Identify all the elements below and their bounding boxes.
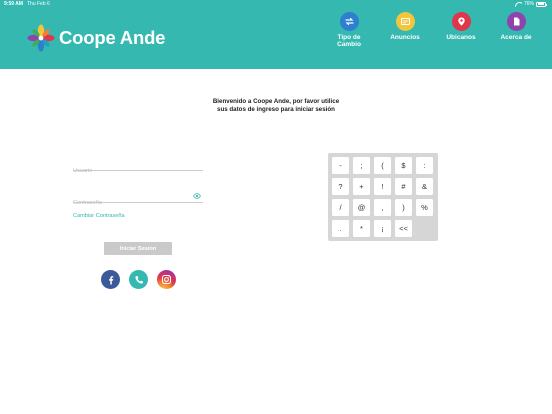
password-field — [73, 191, 203, 209]
password-input[interactable] — [73, 197, 203, 209]
phone-button[interactable] — [129, 270, 148, 289]
show-password-eye-icon[interactable] — [193, 193, 201, 199]
nav-anuncios[interactable]: Anuncios — [377, 12, 433, 41]
nav-ubicanos[interactable]: Ubicanos — [433, 12, 489, 41]
wifi-icon — [515, 2, 522, 7]
nav-tipo-de-cambio[interactable]: Tipo de Cambio — [321, 12, 377, 48]
status-date: Thu Feb 6 — [27, 1, 50, 7]
nav-acerca-de[interactable]: Acerca de — [488, 12, 544, 41]
location-pin-icon — [451, 12, 471, 31]
coope-ande-logo: Coope Ande — [26, 23, 165, 53]
keypad-key[interactable]: ) — [395, 199, 412, 216]
logo-mark-icon — [27, 24, 55, 52]
keypad-backspace-key[interactable]: << — [395, 220, 412, 237]
keypad-key[interactable]: & — [416, 178, 433, 195]
keypad-key[interactable]: ? — [332, 178, 349, 195]
welcome-line-2: sus datos de ingreso para iniciar sesión — [217, 105, 335, 113]
app-root: 9:59 AM Thu Feb 6 76% Coope Ande Tipo de… — [0, 0, 552, 414]
document-icon — [506, 12, 526, 31]
logo-text: Coope Ande — [59, 27, 166, 48]
welcome-line-1: Bienvenido a Coope Ande, por favor utili… — [212, 98, 340, 105]
megaphone-icon — [395, 12, 415, 31]
username-field — [73, 159, 203, 177]
nav-label: Anuncios — [390, 34, 420, 41]
login-button[interactable]: Iniciar Sesion — [104, 242, 172, 255]
battery-percent: 76% — [523, 1, 534, 7]
keypad-key[interactable]: . — [332, 220, 349, 237]
status-indicators: 76% — [515, 1, 547, 7]
keypad-key[interactable]: ; — [353, 157, 370, 174]
keypad-key[interactable]: $ — [395, 157, 412, 174]
instagram-icon — [162, 275, 171, 284]
instagram-button[interactable] — [157, 270, 176, 289]
keypad-key[interactable]: # — [395, 178, 412, 195]
keypad-key[interactable]: - — [332, 157, 349, 174]
keypad-key[interactable]: ! — [374, 178, 391, 195]
username-input[interactable] — [73, 165, 203, 177]
battery-icon — [536, 1, 547, 7]
keypad-key[interactable]: : — [416, 157, 433, 174]
phone-icon — [134, 275, 143, 284]
keypad-key[interactable]: + — [353, 178, 370, 195]
symbol-keypad: - ; ( $ : ? + ! # & / @ , ) % . * ¡ << — [328, 153, 438, 241]
keypad-key[interactable]: , — [374, 199, 391, 216]
keypad-key[interactable]: @ — [353, 199, 370, 216]
status-time: 9:59 AM — [4, 1, 23, 7]
welcome-message: Bienvenido a Coope Ande, por favor utili… — [196, 98, 356, 113]
keypad-key[interactable]: * — [353, 220, 370, 237]
keypad-key[interactable]: ( — [374, 157, 391, 174]
app-header: Coope Ande Tipo de Cambio Anuncios Ubica… — [0, 9, 552, 69]
nav-label: Ubicanos — [446, 34, 476, 41]
nav-label: Acerca de — [500, 34, 532, 41]
status-bar: 9:59 AM Thu Feb 6 76% — [0, 0, 552, 9]
keypad-key[interactable]: / — [332, 199, 349, 216]
keypad-key[interactable]: ¡ — [374, 220, 391, 237]
currency-exchange-icon — [339, 12, 359, 31]
facebook-button[interactable] — [101, 270, 120, 289]
keypad-key[interactable]: % — [416, 199, 433, 216]
nav-label-2: Cambio — [337, 41, 361, 48]
change-password-link[interactable]: Cambiar Contraseña — [73, 213, 125, 219]
facebook-icon — [108, 275, 113, 284]
nav-label: Tipo de — [337, 34, 361, 41]
